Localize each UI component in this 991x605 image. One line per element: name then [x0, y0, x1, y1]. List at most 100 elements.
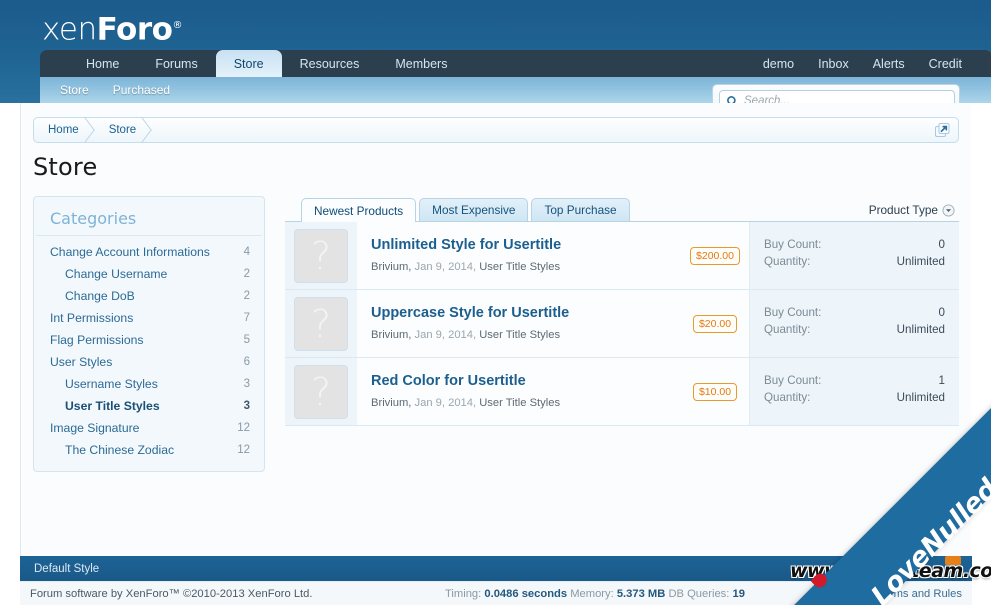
nav-tab-home[interactable]: Home	[68, 50, 137, 77]
gutter-right	[971, 103, 991, 605]
quantity-value: Unlimited	[896, 391, 945, 404]
watermark-site-text: www.nulledteam.com	[790, 560, 991, 582]
quantity-line: Quantity: Unlimited	[764, 253, 945, 270]
product-author[interactable]: Brivium,	[371, 329, 411, 341]
sidebar-item-count: 7	[243, 312, 250, 324]
main-row: Categories Change Account Informations 4…	[21, 196, 971, 605]
sidebar-item-username-styles[interactable]: Username Styles 3	[34, 373, 264, 395]
product-category[interactable]: User Title Styles	[479, 329, 560, 341]
nav-account-alerts[interactable]: Alerts	[861, 50, 917, 77]
placeholder-question-icon: ?	[294, 364, 348, 419]
sidebar-item-the-chinese-zodiac[interactable]: The Chinese Zodiac 12	[34, 439, 264, 461]
sidebar-item-change-username[interactable]: Change Username 2	[34, 263, 264, 285]
sidebar-item-int-permissions[interactable]: Int Permissions 7	[34, 307, 264, 329]
nav-tab-store[interactable]: Store	[215, 50, 282, 77]
nav-account-credit-label: Credit	[928, 56, 962, 71]
product-row[interactable]: ? Uppercase Style for Usertitle Brivium,…	[285, 290, 959, 358]
tab-top-purchase[interactable]: Top Purchase	[531, 198, 630, 221]
nav-account-credit[interactable]: Credit	[917, 50, 974, 77]
page-title: Store	[33, 153, 98, 181]
breadcrumb-item-home[interactable]: Home	[34, 118, 95, 142]
tab-most-expensive[interactable]: Most Expensive	[419, 198, 529, 221]
queries-value: 19	[732, 587, 745, 600]
tab-top-purchase-label: Top Purchase	[544, 203, 617, 217]
footer-strip: Forum software by XenForo™ ©2010-2013 Xe…	[20, 581, 972, 605]
product-thumbnail-cell: ?	[285, 290, 357, 357]
nav-account-username[interactable]: demo	[751, 50, 806, 77]
quantity-label: Quantity:	[764, 323, 811, 336]
nav-tab-resources[interactable]: Resources	[282, 50, 378, 77]
quantity-label: Quantity:	[764, 255, 811, 268]
product-row[interactable]: ? Red Color for Usertitle Brivium, Jan 9…	[285, 358, 959, 426]
buy-count-value: 1	[938, 374, 945, 387]
buy-count-line: Buy Count: 0	[764, 236, 945, 253]
sidebar-item-flag-permissions[interactable]: Flag Permissions 5	[34, 329, 264, 351]
footer-debug-stats: Timing: 0.0486 seconds Memory: 5.373 MB …	[445, 588, 745, 600]
footer-copyright: Forum software by XenForo™ ©2010-2013 Xe…	[30, 587, 313, 600]
account-nav-items: demo Inbox Alerts Credit	[751, 50, 974, 77]
nav-tab-forums[interactable]: Forums	[137, 50, 215, 77]
breadcrumb-item-store[interactable]: Store	[95, 118, 153, 142]
product-category[interactable]: User Title Styles	[479, 261, 560, 273]
product-type-filter-label: Product Type	[868, 203, 938, 217]
nav-account-alerts-label: Alerts	[872, 56, 905, 71]
sidebar-item-image-signature[interactable]: Image Signature 12	[34, 417, 264, 439]
product-info-cell: Red Color for Usertitle Brivium, Jan 9, …	[357, 358, 681, 425]
sidebar-item-count: 2	[243, 290, 250, 302]
sidebar-item-label: Username Styles	[65, 377, 158, 391]
sidebar-item-label: Image Signature	[50, 421, 140, 435]
jump-to-icon[interactable]	[934, 122, 951, 139]
product-meta: Brivium, Jan 9, 2014, User Title Styles	[371, 258, 673, 276]
sidebar-item-label: User Styles	[50, 355, 113, 369]
logo-trademark: ®	[172, 20, 182, 31]
product-thumbnail-cell: ?	[285, 358, 357, 425]
tab-newest-products[interactable]: Newest Products	[301, 198, 417, 222]
nav-tab-members[interactable]: Members	[377, 50, 465, 77]
product-meta: Brivium, Jan 9, 2014, User Title Styles	[371, 326, 673, 344]
buy-count-line: Buy Count: 1	[764, 372, 945, 389]
product-author[interactable]: Brivium,	[371, 261, 411, 273]
sidebar-item-change-dob[interactable]: Change DoB 2	[34, 285, 264, 307]
product-type-filter[interactable]: Product Type	[869, 203, 955, 217]
nav-tab-forums-label: Forums	[155, 56, 198, 71]
timing-label: Timing:	[445, 587, 482, 600]
product-stats-cell: Buy Count: 1 Quantity: Unlimited	[749, 358, 959, 425]
site-logo[interactable]: xenForo®	[42, 8, 182, 47]
buy-count-label: Buy Count:	[764, 306, 822, 319]
price-badge[interactable]: $10.00	[692, 382, 738, 401]
subnav-item-store[interactable]: Store	[48, 77, 101, 103]
style-chooser-button[interactable]: Default Style	[20, 563, 99, 575]
quantity-value: Unlimited	[896, 255, 945, 268]
product-price-cell: $10.00	[681, 358, 749, 425]
buy-count-label: Buy Count:	[764, 374, 822, 387]
sidebar-item-user-styles[interactable]: User Styles 6	[34, 351, 264, 373]
product-category[interactable]: User Title Styles	[479, 397, 560, 409]
product-date: Jan 9, 2014,	[414, 329, 477, 341]
product-title[interactable]: Red Color for Usertitle	[371, 372, 673, 390]
sidebar-item-user-title-styles[interactable]: User Title Styles 3	[34, 395, 264, 417]
nav-account-inbox[interactable]: Inbox	[806, 50, 861, 77]
site-header: xenForo® Home Forums Store Resources Mem…	[0, 0, 991, 117]
sidebar-item-label: Change Username	[65, 267, 168, 281]
page-content: Home Store Store Categories Change Accou…	[20, 103, 972, 605]
tab-newest-products-label: Newest Products	[314, 203, 404, 218]
sidebar-title: Categories	[36, 205, 262, 236]
price-badge[interactable]: $20.00	[692, 314, 738, 333]
sidebar-item-count: 2	[243, 268, 250, 280]
terms-and-rules-link[interactable]: Terms and Rules	[878, 588, 962, 600]
buy-count-value: 0	[938, 238, 945, 251]
sidebar-item-count: 6	[243, 356, 250, 368]
product-date: Jan 9, 2014,	[414, 261, 477, 273]
sidebar-item-change-account-informations[interactable]: Change Account Informations 4	[34, 241, 264, 263]
product-row[interactable]: ? Unlimited Style for Usertitle Brivium,…	[285, 222, 959, 290]
sidebar-item-count: 3	[243, 378, 250, 390]
product-title[interactable]: Unlimited Style for Usertitle	[371, 236, 673, 254]
quantity-value: Unlimited	[896, 323, 945, 336]
product-date: Jan 9, 2014,	[414, 397, 477, 409]
product-title[interactable]: Uppercase Style for Usertitle	[371, 304, 673, 322]
subnav-item-purchased[interactable]: Purchased	[101, 77, 182, 103]
chevron-down-icon	[942, 203, 955, 217]
product-author[interactable]: Brivium,	[371, 397, 411, 409]
price-badge[interactable]: $200.00	[690, 246, 740, 265]
nav-tab-store-label: Store	[233, 56, 264, 71]
